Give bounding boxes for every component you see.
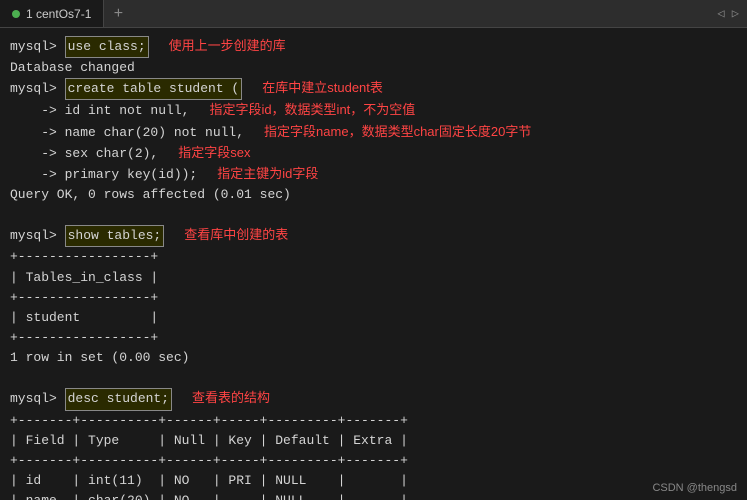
title-bar: 1 centOs7-1 + ◁ ▷ [0, 0, 747, 28]
terminal-line: | student | [10, 308, 737, 328]
terminal-line: +-----------------+ [10, 288, 737, 308]
terminal-line: mysql> create table student (在库中建立studen… [10, 78, 737, 100]
terminal-line: -> sex char(2),指定字段sex [10, 143, 737, 164]
terminal-line: | id | int(11) | NO | PRI | NULL | | [10, 471, 737, 491]
terminal-line: Database changed [10, 58, 737, 78]
terminal-line: -> primary key(id));指定主键为id字段 [10, 164, 737, 185]
terminal-line: mysql> desc student;查看表的结构 [10, 388, 737, 410]
terminal-line: +-------+----------+------+-----+-------… [10, 451, 737, 471]
terminal-line: +-------+----------+------+-----+-------… [10, 411, 737, 431]
terminal-line: Query OK, 0 rows affected (0.01 sec) [10, 185, 737, 205]
terminal-line: -> name char(20) not null,指定字段name，数据类型c… [10, 122, 737, 143]
terminal-line: +-----------------+ [10, 247, 737, 267]
terminal-line: 1 row in set (0.00 sec) [10, 348, 737, 368]
terminal-line: mysql> show tables;查看库中创建的表 [10, 225, 737, 247]
new-tab-button[interactable]: + [104, 0, 132, 27]
tab-label: 1 centOs7-1 [26, 7, 91, 21]
tab-status-dot [12, 10, 20, 18]
terminal-line: | Tables_in_class | [10, 268, 737, 288]
terminal-line: | Field | Type | Null | Key | Default | … [10, 431, 737, 451]
terminal-line: mysql> use class;使用上一步创建的库 [10, 36, 737, 58]
terminal-line [10, 368, 737, 388]
terminal-window: 1 centOs7-1 + ◁ ▷ mysql> use class;使用上一步… [0, 0, 747, 500]
terminal-line [10, 205, 737, 225]
terminal-line: -> id int not null,指定字段id，数据类型int，不为空值 [10, 100, 737, 121]
terminal-line: +-----------------+ [10, 328, 737, 348]
terminal-body[interactable]: mysql> use class;使用上一步创建的库Database chang… [0, 28, 747, 500]
watermark: CSDN @thengsd [652, 482, 737, 494]
nav-arrows: ◁ ▷ [717, 6, 747, 21]
terminal-tab[interactable]: 1 centOs7-1 [0, 0, 104, 27]
terminal-line: | name | char(20) | NO | | NULL | | [10, 491, 737, 500]
